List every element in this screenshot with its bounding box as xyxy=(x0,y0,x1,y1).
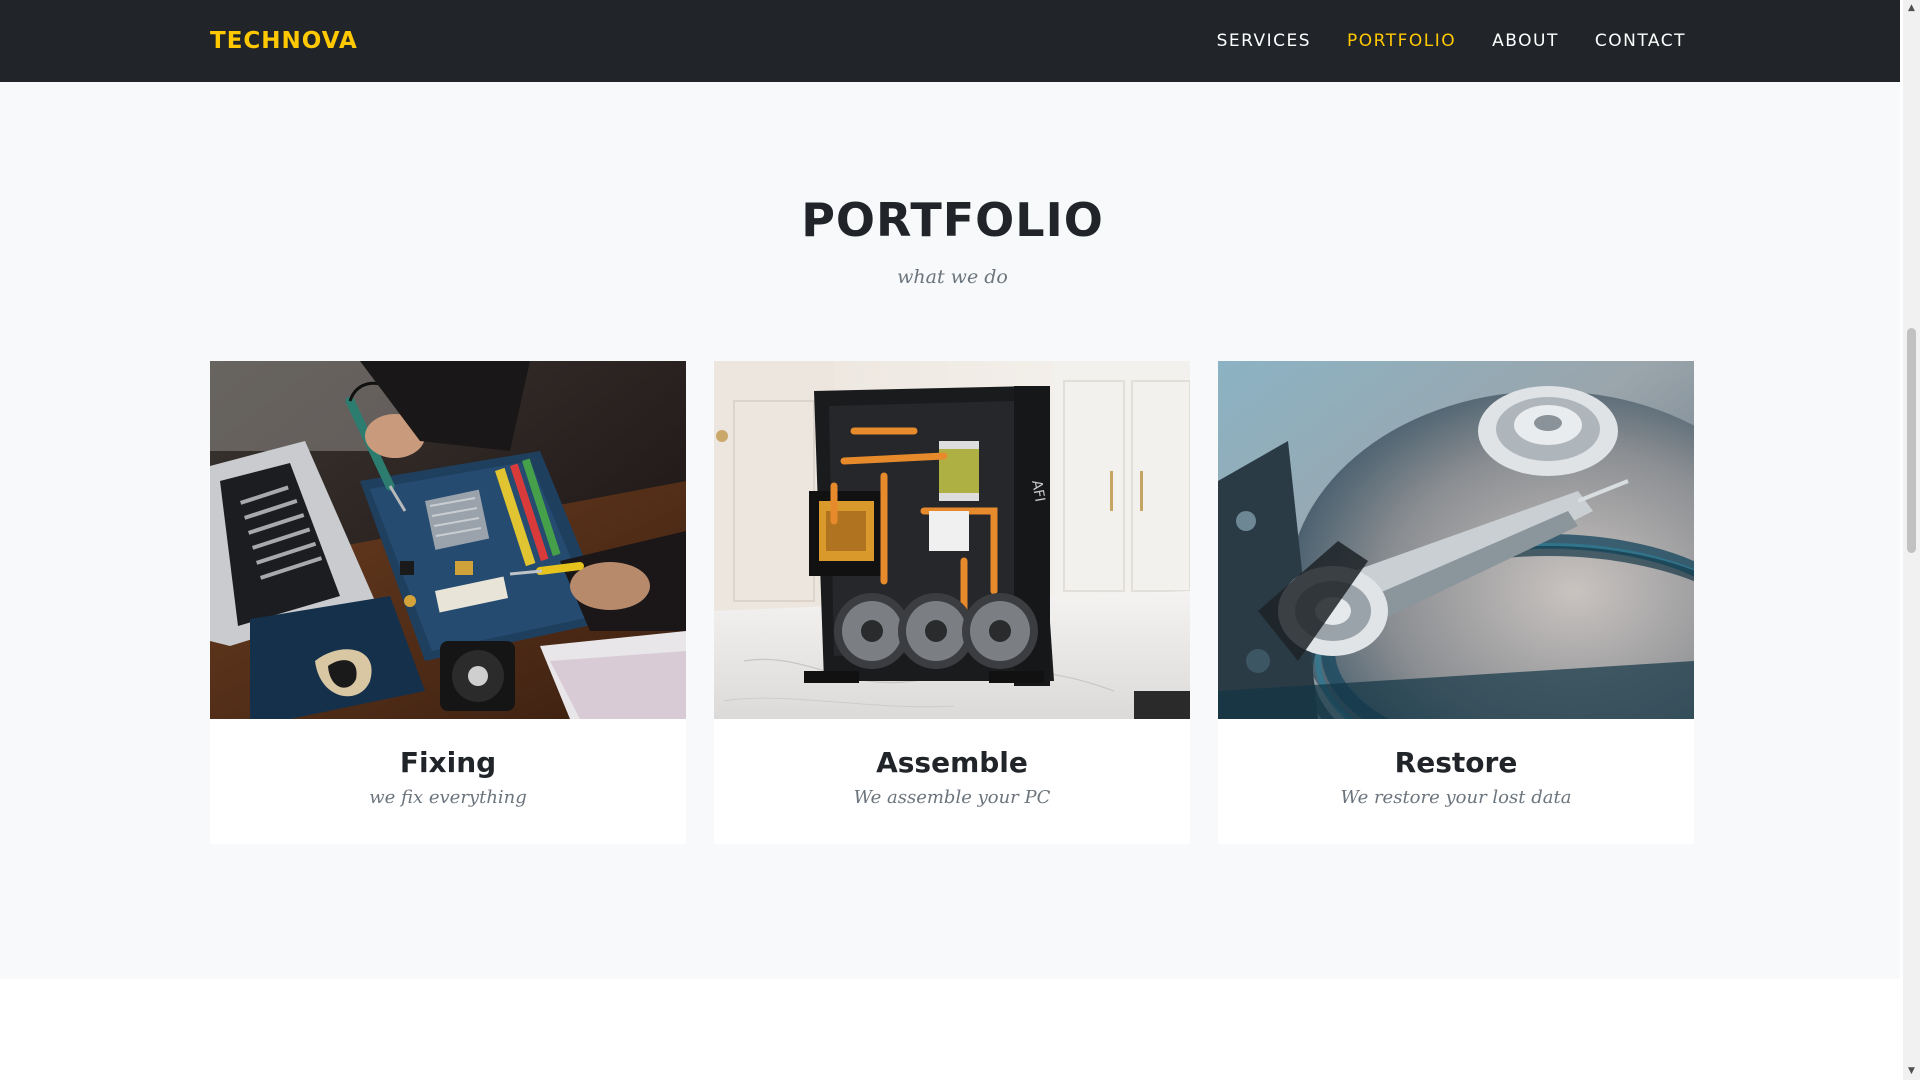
page: TECHNOVA SERVICES PORTFOLIO ABOUT CONTAC… xyxy=(0,0,1900,1080)
portfolio-caption: Fixing we fix everything xyxy=(210,719,686,844)
portfolio-item-restore[interactable]: Restore We restore your lost data xyxy=(1218,361,1694,844)
portfolio-item-subheading: we fix everything xyxy=(369,787,527,808)
pc-build-photo: AFI xyxy=(714,361,1190,719)
section-title: PORTFOLIO xyxy=(801,193,1104,247)
scroll-down-arrow-icon[interactable]: ▼ xyxy=(1903,1063,1920,1080)
section-subtitle: what we do xyxy=(897,266,1008,288)
portfolio-caption: Assemble We assemble your PC xyxy=(714,719,1190,844)
portfolio-item-heading: Fixing xyxy=(399,746,497,779)
nav-links: SERVICES PORTFOLIO ABOUT CONTACT xyxy=(1217,28,1686,54)
nav-link-about[interactable]: ABOUT xyxy=(1492,28,1559,54)
portfolio-section: PORTFOLIO what we do Fixing we fix every… xyxy=(0,82,1900,979)
hard-drive-photo xyxy=(1218,361,1694,719)
portfolio-item-assemble[interactable]: AFI Assemble We assemble your PC xyxy=(714,361,1190,844)
nav-link-services[interactable]: SERVICES xyxy=(1217,28,1311,54)
scroll-up-arrow-icon[interactable]: ▲ xyxy=(1903,0,1920,17)
navbar: TECHNOVA SERVICES PORTFOLIO ABOUT CONTAC… xyxy=(0,0,1900,82)
nav-link-contact[interactable]: CONTACT xyxy=(1595,28,1686,54)
nav-link-portfolio[interactable]: PORTFOLIO xyxy=(1347,28,1456,54)
portfolio-caption: Restore We restore your lost data xyxy=(1218,719,1694,844)
portfolio-item-heading: Assemble xyxy=(876,746,1028,779)
portfolio-item-heading: Restore xyxy=(1394,746,1518,779)
vertical-scrollbar[interactable]: ▲ ▼ xyxy=(1903,0,1920,1080)
motherboard-soldering-photo xyxy=(210,361,686,719)
portfolio-grid: Fixing we fix everything AFI Assemble We… xyxy=(210,361,1694,844)
portfolio-item-subheading: We assemble your PC xyxy=(853,787,1051,808)
portfolio-item-fixing[interactable]: Fixing we fix everything xyxy=(210,361,686,844)
portfolio-item-subheading: We restore your lost data xyxy=(1340,787,1572,808)
scroll-thumb[interactable] xyxy=(1907,328,1916,553)
brand-logo[interactable]: TECHNOVA xyxy=(210,26,358,56)
